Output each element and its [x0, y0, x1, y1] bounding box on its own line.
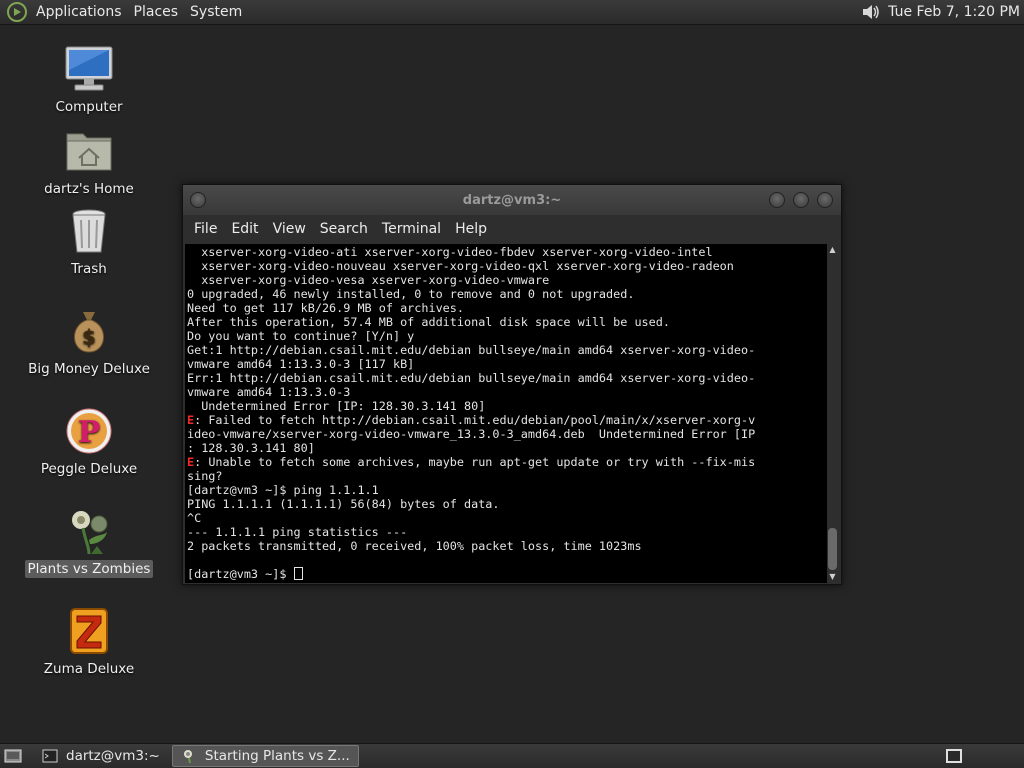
svg-text:P: P: [78, 415, 101, 450]
terminal-line: vmware amd64 1:13.3.0-3 [117 kB]: [187, 357, 415, 371]
terminal-line: E: Failed to fetch http://debian.csail.m…: [187, 413, 756, 427]
menu-view[interactable]: View: [266, 215, 313, 243]
gnome-foot-icon[interactable]: [6, 1, 28, 23]
terminal-line: --- 1.1.1.1 ping statistics ---: [187, 525, 408, 539]
terminal-line: ^C: [187, 511, 202, 525]
desktop-icon-label: Zuma Deluxe: [43, 661, 135, 677]
terminal-window[interactable]: dartz@vm3:~ File Edit View Search Termin…: [182, 184, 842, 585]
desktop-icon-peggle[interactable]: P Peggle Deluxe: [24, 406, 154, 478]
taskbar-label: Starting Plants vs Z...: [204, 748, 350, 764]
terminal-line: : 128.30.3.141 80]: [187, 441, 315, 455]
money-bag-icon: $: [74, 312, 104, 353]
menu-search[interactable]: Search: [313, 215, 375, 243]
menu-file[interactable]: File: [187, 215, 224, 243]
error-prefix: E: [187, 455, 195, 469]
scroll-down-arrow-icon[interactable]: ▼: [828, 573, 837, 581]
terminal-line: ideo-vmware/xserver-xorg-video-vmware_13…: [187, 427, 756, 441]
menu-edit[interactable]: Edit: [224, 215, 265, 243]
terminal-line: After this operation, 57.4 MB of additio…: [187, 315, 670, 329]
close-button[interactable]: [817, 192, 833, 208]
top-panel: Applications Places System Tue Feb 7, 1:…: [0, 0, 1024, 25]
scroll-up-arrow-icon[interactable]: ▲: [828, 246, 837, 254]
terminal-menubar: File Edit View Search Terminal Help: [183, 215, 841, 243]
scroll-thumb[interactable]: [828, 528, 837, 570]
maximize-button[interactable]: [793, 192, 809, 208]
terminal-line: xserver-xorg-video-ati xserver-xorg-vide…: [187, 245, 713, 259]
volume-icon[interactable]: [860, 2, 880, 22]
plants-vs-zombies-icon: [72, 511, 108, 555]
terminal-line: PING 1.1.1.1 (1.1.1.1) 56(84) bytes of d…: [187, 497, 500, 511]
terminal-text: xserver-xorg-video-ati xserver-xorg-vide…: [185, 244, 828, 581]
desktop-icon-label: Trash: [71, 261, 107, 277]
desktop-icon-home[interactable]: dartz's Home: [24, 126, 154, 198]
terminal-output[interactable]: xserver-xorg-video-ati xserver-xorg-vide…: [185, 244, 828, 583]
panel-tray: Tue Feb 7, 1:20 PM: [860, 0, 1024, 24]
terminal-cursor: [293, 567, 303, 580]
show-desktop-icon[interactable]: [4, 748, 22, 764]
terminal-line: 2 packets transmitted, 0 received, 100% …: [187, 539, 642, 553]
clock[interactable]: Tue Feb 7, 1:20 PM: [888, 4, 1020, 20]
desktop-icon-big-money[interactable]: $ Big Money Deluxe: [24, 306, 154, 378]
terminal-line: [dartz@vm3 ~]$ ping 1.1.1.1: [187, 483, 379, 497]
zuma-icon: [70, 608, 108, 654]
workspace-switcher-icon[interactable]: [946, 749, 962, 763]
trash-icon: [72, 209, 106, 253]
terminal-line: Need to get 117 kB/26.9 MB of archives.: [187, 301, 464, 315]
desktop-icon-label: dartz's Home: [44, 181, 134, 197]
minimize-button[interactable]: [769, 192, 785, 208]
terminal-line: Undetermined Error [IP: 128.30.3.141 80]: [187, 399, 486, 413]
computer-icon: [65, 46, 113, 91]
bottom-panel: dartz@vm3:~ Starting Plants vs Z...: [0, 743, 1024, 768]
places-menu[interactable]: Places: [128, 0, 185, 24]
system-menu[interactable]: System: [184, 0, 248, 24]
terminal-line: 0 upgraded, 46 newly installed, 0 to rem…: [187, 287, 635, 301]
applications-menu[interactable]: Applications: [30, 0, 128, 24]
desktop-icon-computer[interactable]: Computer: [24, 44, 154, 116]
error-prefix: E: [187, 413, 195, 427]
menu-terminal[interactable]: Terminal: [375, 215, 448, 243]
desktop-icon-label: Computer: [55, 99, 123, 115]
terminal-icon: [42, 749, 58, 763]
desktop-icon-label: Peggle Deluxe: [40, 461, 138, 477]
taskbar-terminal[interactable]: dartz@vm3:~: [34, 745, 168, 767]
taskbar-plants-vs-zombies[interactable]: Starting Plants vs Z...: [171, 745, 359, 767]
desktop-icon-zuma[interactable]: Zuma Deluxe: [24, 606, 154, 678]
terminal-scrollbar[interactable]: ▲ ▼: [827, 244, 838, 583]
home-folder-icon: [66, 133, 112, 171]
peggle-icon: P: [66, 408, 112, 454]
taskbar-label: dartz@vm3:~: [66, 748, 160, 764]
main-menu-bar: Applications Places System: [0, 0, 248, 24]
terminal-line: vmware amd64 1:13.3.0-3: [187, 385, 351, 399]
desktop-icon-plants-vs-zombies[interactable]: Plants vs Zombies: [24, 506, 154, 578]
menu-help[interactable]: Help: [448, 215, 494, 243]
terminal-line: Get:1 http://debian.csail.mit.edu/debian…: [187, 343, 756, 357]
terminal-line: sing?: [187, 469, 223, 483]
plants-vs-zombies-icon: [183, 750, 192, 764]
terminal-line: [dartz@vm3 ~]$: [187, 567, 294, 581]
terminal-line: Err:1 http://debian.csail.mit.edu/debian…: [187, 371, 756, 385]
terminal-line: xserver-xorg-video-nouveau xserver-xorg-…: [187, 259, 734, 273]
window-titlebar[interactable]: dartz@vm3:~: [183, 185, 841, 215]
terminal-line: xserver-xorg-video-vesa xserver-xorg-vid…: [187, 273, 550, 287]
terminal-line: Do you want to continue? [Y/n] y: [187, 329, 415, 343]
window-title: dartz@vm3:~: [462, 192, 562, 208]
window-menu-button[interactable]: [190, 192, 206, 208]
desktop-icon-trash[interactable]: Trash: [24, 206, 154, 278]
svg-text:$: $: [82, 325, 96, 349]
desktop-icon-label: Plants vs Zombies: [24, 560, 154, 578]
terminal-line: E: Unable to fetch some archives, maybe …: [187, 455, 756, 469]
desktop-icon-label: Big Money Deluxe: [28, 361, 150, 377]
